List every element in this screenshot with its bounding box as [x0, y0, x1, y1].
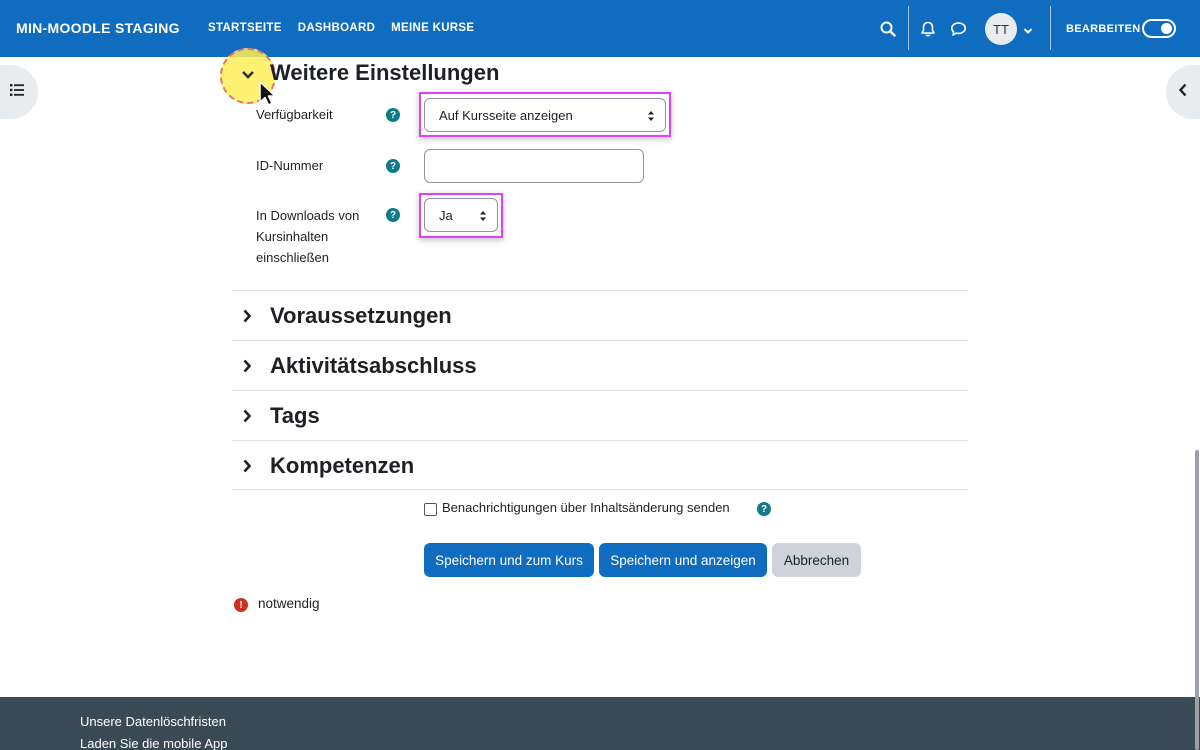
nav-link-dashboard[interactable]: DASHBOARD — [298, 22, 375, 34]
notify-checkbox[interactable] — [424, 503, 437, 516]
downloads-select[interactable]: Ja — [424, 198, 498, 232]
footer-link-mobile-app[interactable]: Laden Sie die mobile App — [80, 736, 227, 750]
primary-navigation: STARTSEITE DASHBOARD MEINE KURSE — [208, 22, 474, 34]
section-kompetenzen[interactable]: Kompetenzen — [232, 440, 968, 490]
search-icon[interactable] — [877, 18, 899, 40]
navbar-divider — [908, 6, 909, 50]
select-arrows-icon — [647, 109, 655, 123]
navbar-divider — [1050, 6, 1051, 50]
section-title[interactable]: Aktivitätsabschluss — [270, 353, 477, 379]
downloads-label-line3: einschließen — [256, 250, 329, 265]
chat-bubble-icon[interactable] — [947, 18, 969, 40]
section-title[interactable]: Tags — [270, 403, 320, 429]
chevron-down-icon[interactable] — [1023, 22, 1033, 40]
section-title[interactable]: Voraussetzungen — [270, 303, 452, 329]
footer-link-datenloeschfristen[interactable]: Unsere Datenlöschfristen — [80, 714, 226, 729]
help-icon[interactable]: ? — [386, 208, 400, 222]
id-number-label: ID-Nummer — [256, 158, 324, 173]
section-divider — [232, 489, 968, 490]
top-navbar: MIN-MOODLE STAGING STARTSEITE DASHBOARD … — [0, 0, 1200, 57]
section-aktivitaetsabschluss[interactable]: Aktivitätsabschluss — [232, 340, 968, 390]
chevron-left-icon — [1178, 83, 1188, 102]
availability-select-value: Auf Kursseite anzeigen — [439, 107, 573, 123]
nav-link-startseite[interactable]: STARTSEITE — [208, 22, 282, 34]
chevron-right-icon — [242, 359, 252, 378]
nav-link-meine-kurse[interactable]: MEINE KURSE — [391, 22, 474, 34]
chevron-right-icon — [242, 459, 252, 478]
chevron-right-icon — [242, 409, 252, 428]
help-icon[interactable]: ? — [386, 159, 400, 173]
availability-select[interactable]: Auf Kursseite anzeigen — [424, 98, 666, 132]
section-tags[interactable]: Tags — [232, 390, 968, 440]
downloads-select-value: Ja — [439, 207, 453, 223]
bell-icon[interactable] — [917, 18, 939, 40]
page-footer: Unsere Datenlöschfristen Laden Sie die m… — [0, 697, 1200, 750]
edit-mode-label: BEARBEITEN — [1066, 23, 1141, 35]
help-icon[interactable]: ? — [757, 502, 771, 516]
chevron-right-icon — [242, 309, 252, 328]
required-icon: ! — [234, 598, 248, 612]
section-title-weitere-einstellungen[interactable]: Weitere Einstellungen — [270, 60, 499, 86]
save-return-button[interactable]: Speichern und zum Kurs — [424, 543, 594, 577]
downloads-label-line1: In Downloads von — [256, 208, 360, 223]
section-title[interactable]: Kompetenzen — [270, 453, 414, 479]
site-brand[interactable]: MIN-MOODLE STAGING — [16, 20, 180, 36]
id-number-input[interactable] — [424, 149, 644, 183]
cancel-button[interactable]: Abbrechen — [772, 543, 861, 577]
block-drawer-toggle[interactable] — [1166, 65, 1200, 119]
user-avatar[interactable]: TT — [985, 13, 1017, 45]
chevron-down-icon — [241, 67, 255, 85]
section-voraussetzungen[interactable]: Voraussetzungen — [232, 290, 968, 340]
save-display-button[interactable]: Speichern und anzeigen — [599, 543, 767, 577]
notify-label[interactable]: Benachrichtigungen über Inhaltsänderung … — [442, 500, 730, 515]
select-arrows-icon — [479, 209, 487, 223]
edit-mode-toggle[interactable] — [1142, 19, 1176, 38]
course-index-drawer-toggle[interactable] — [0, 65, 38, 119]
required-note: notwendig — [258, 596, 320, 611]
page-scrollbar[interactable] — [1195, 450, 1199, 750]
help-icon[interactable]: ? — [386, 108, 400, 122]
downloads-label-line2: Kursinhalten — [256, 229, 329, 244]
list-icon — [10, 83, 24, 101]
availability-label: Verfügbarkeit — [256, 107, 333, 122]
